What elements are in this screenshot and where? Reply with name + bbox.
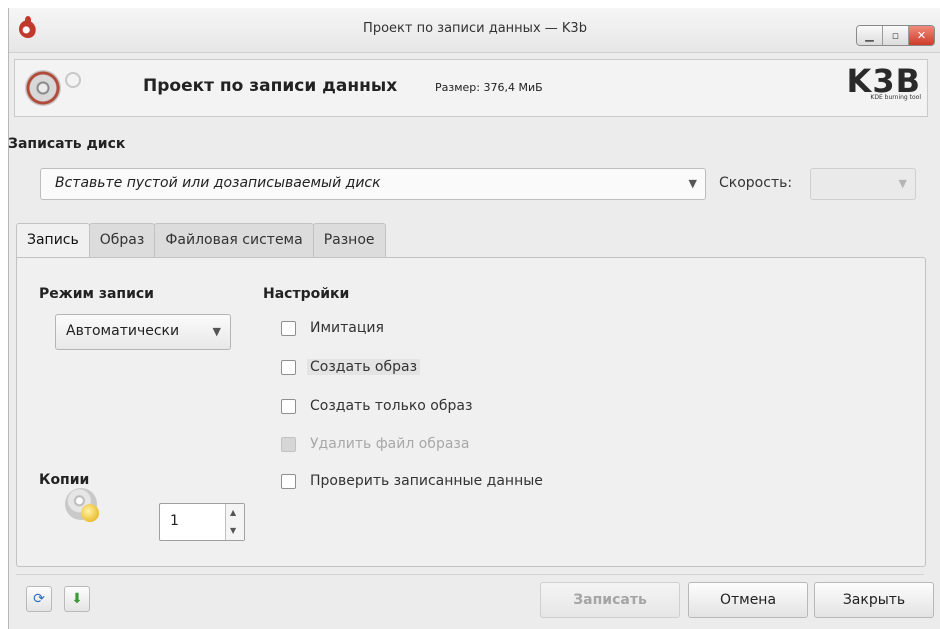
maximize-button[interactable]: ▫ (883, 26, 909, 45)
checkbox-box (281, 436, 296, 452)
checkbox-box[interactable] (281, 473, 296, 489)
checkbox-label: Проверить записанные данные (310, 473, 543, 489)
spin-up-icon[interactable]: ▲ (230, 508, 236, 517)
window-title: Проект по записи данных — K3b (363, 21, 587, 36)
chevron-down-icon: ▼ (898, 177, 907, 190)
k3b-logo: K3B KDE burning tool (847, 64, 921, 101)
minimize-button[interactable]: ▁ (857, 26, 883, 45)
save-settings-icon[interactable]: ⬇ (64, 586, 90, 612)
tab-write[interactable]: Запись (16, 223, 90, 259)
settings-heading: Настройки (263, 286, 350, 302)
checkbox-box[interactable] (281, 320, 296, 336)
project-size: Размер: 376,4 МиБ (435, 81, 543, 94)
disc-select-value: Вставьте пустой или дозаписываемый диск (55, 175, 381, 191)
title-bar: Проект по записи данных — K3b ▁ ▫ ✕ (9, 8, 940, 53)
close-window-button[interactable]: ✕ (909, 26, 934, 45)
simulate-checkbox[interactable]: Имитация (281, 317, 384, 339)
copies-disc-icon (65, 488, 99, 522)
tab-image[interactable]: Образ (88, 223, 156, 257)
remove-image-checkbox: Удалить файл образа (281, 433, 469, 455)
create-image-checkbox[interactable]: Создать образ (281, 356, 421, 378)
footer-separator (16, 574, 924, 575)
spin-down-icon[interactable]: ▼ (230, 526, 236, 535)
checkbox-box[interactable] (281, 398, 296, 414)
burn-disc-heading: Записать диск (8, 136, 126, 152)
chevron-down-icon: ▼ (688, 177, 697, 190)
load-settings-icon[interactable]: ⟳ (26, 586, 52, 612)
only-create-image-checkbox[interactable]: Создать только образ (281, 395, 472, 417)
data-disc-icon (25, 70, 81, 106)
copies-heading: Копии (39, 472, 90, 488)
copies-spinbox[interactable]: 1 ▲ ▼ (159, 503, 245, 541)
close-button[interactable]: Закрыть (814, 582, 934, 618)
copies-value: 1 (170, 513, 179, 529)
write-mode-heading: Режим записи (39, 286, 154, 302)
tab-bar: Запись Образ Файловая система Разное (16, 223, 386, 259)
disc-select[interactable]: Вставьте пустой или дозаписываемый диск … (40, 168, 706, 200)
checkbox-label: Удалить файл образа (310, 436, 470, 452)
speed-select[interactable]: ▼ (810, 168, 916, 200)
project-header: Проект по записи данных Размер: 376,4 Ми… (14, 59, 928, 117)
burn-button: Записать (540, 582, 680, 618)
cancel-button[interactable]: Отмена (688, 582, 808, 618)
checkbox-box[interactable] (281, 359, 296, 375)
write-mode-select[interactable]: Автоматически ▼ (55, 314, 231, 350)
write-tab-panel: Режим записи Автоматически ▼ Настройки И… (16, 257, 926, 567)
checkbox-label: Имитация (310, 320, 384, 336)
checkbox-label: Создать только образ (310, 398, 473, 414)
tab-filesystem[interactable]: Файловая система (154, 223, 314, 257)
checkbox-label: Создать образ (307, 359, 421, 375)
write-mode-value: Автоматически (66, 323, 180, 339)
k3b-logo-text: K3B (846, 62, 921, 100)
tab-misc[interactable]: Разное (312, 223, 386, 257)
spinbox-buttons: ▲ ▼ (225, 504, 244, 540)
verify-data-checkbox[interactable]: Проверить записанные данные (281, 470, 543, 492)
chevron-down-icon: ▼ (212, 325, 221, 338)
speed-label: Скорость: (719, 175, 793, 191)
project-title: Проект по записи данных (143, 76, 398, 96)
window-controls: ▁ ▫ ✕ (856, 25, 935, 46)
